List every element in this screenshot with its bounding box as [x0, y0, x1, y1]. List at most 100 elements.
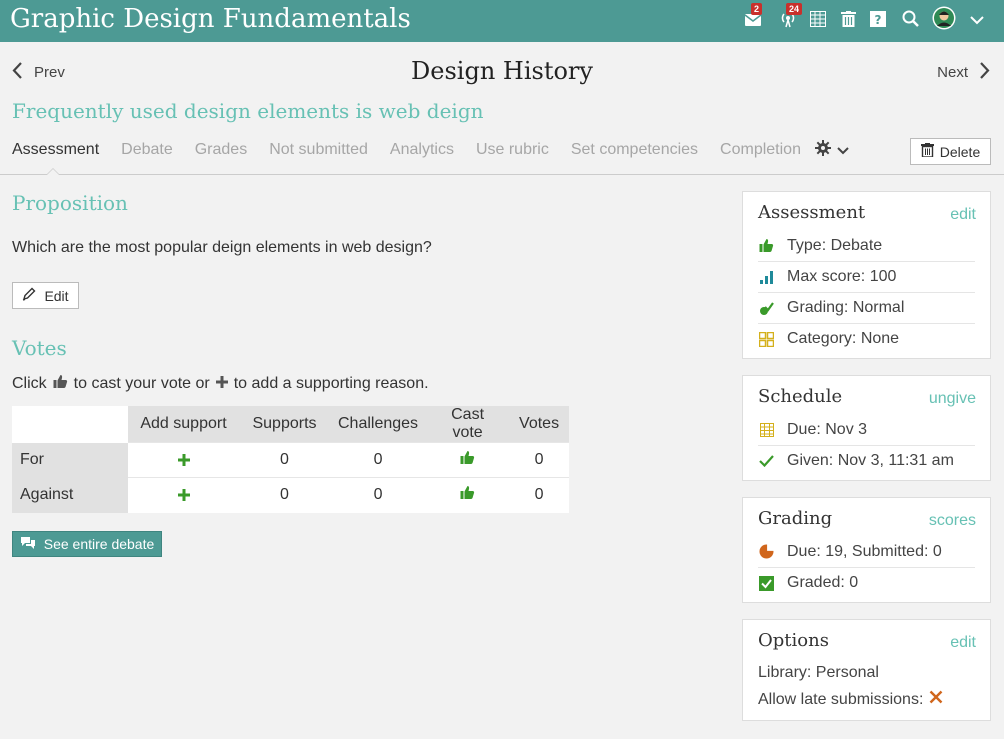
- plus-icon: [177, 485, 190, 505]
- tab-set-competencies[interactable]: Set competencies: [571, 141, 698, 159]
- scores-link[interactable]: scores: [929, 512, 976, 530]
- schedule-card-title: Schedule: [758, 386, 843, 407]
- tab-debate[interactable]: Debate: [121, 141, 173, 159]
- late-submissions-option: Allow late submissions:: [758, 690, 943, 709]
- notifications-badge: 24: [786, 3, 803, 15]
- tab-not-submitted[interactable]: Not submitted: [269, 141, 368, 159]
- grading-type: Grading: Normal: [787, 299, 905, 316]
- assessment-card-title: Assessment: [758, 202, 866, 223]
- graded-count: Graded: 0: [787, 574, 859, 591]
- assessment-type-row: Type: Debate: [758, 230, 975, 261]
- calendar-button[interactable]: [807, 10, 829, 32]
- votes-hint: Click to cast your vote or to add a supp…: [12, 374, 429, 394]
- checkbox-checked-icon: [758, 575, 775, 591]
- grading-row: Grading: Normal: [758, 292, 975, 323]
- plus-icon: [215, 375, 228, 393]
- schedule-card: Schedule ungive Due: Nov 3 Given: Nov 3,…: [742, 375, 991, 481]
- grading-card: Grading scores Due: 19, Submitted: 0 Gra…: [742, 497, 991, 603]
- delete-label: Delete: [939, 143, 981, 160]
- proposition-heading: Proposition: [12, 191, 128, 215]
- tab-divider: [0, 174, 1004, 175]
- options-card: Options edit Library: Personal Allow lat…: [742, 619, 991, 721]
- hint-mid-text: to cast your vote or: [73, 375, 210, 392]
- category: Category: None: [787, 330, 900, 347]
- header-supports: Supports: [239, 406, 330, 443]
- add-support-for-button[interactable]: [128, 442, 239, 478]
- row-label-against: Against: [12, 477, 128, 513]
- cross-icon: [929, 690, 943, 709]
- hint-end-text: to add a supporting reason.: [233, 375, 429, 392]
- next-label: Next: [937, 64, 968, 81]
- pencil-icon: [22, 287, 36, 304]
- trash-button[interactable]: [837, 10, 859, 32]
- thumbs-up-icon: [758, 238, 775, 253]
- given-date-row: Given: Nov 3, 11:31 am: [758, 445, 975, 476]
- tab-use-rubric[interactable]: Use rubric: [476, 141, 549, 159]
- top-bar: Graphic Design Fundamentals 2 24 ?: [0, 0, 1004, 42]
- chevron-right-icon: [980, 62, 990, 83]
- add-support-against-button[interactable]: [128, 477, 239, 513]
- cast-vote-for-button[interactable]: [426, 442, 510, 478]
- messages-badge: 2: [751, 3, 763, 15]
- cast-vote-against-button[interactable]: [426, 477, 510, 513]
- notifications-button[interactable]: 24: [777, 3, 803, 32]
- see-entire-debate-button[interactable]: See entire debate: [12, 531, 162, 557]
- next-link[interactable]: Next: [937, 62, 990, 83]
- header-blank: [12, 406, 128, 443]
- user-avatar-button[interactable]: [932, 6, 956, 35]
- help-button[interactable]: ?: [867, 10, 889, 32]
- comments-icon: [20, 536, 36, 553]
- user-menu-toggle[interactable]: [966, 10, 988, 32]
- bar-chart-icon: [758, 270, 775, 284]
- tab-completion[interactable]: Completion: [720, 141, 801, 159]
- options-edit-link[interactable]: edit: [950, 634, 976, 652]
- chevron-down-icon: [837, 142, 849, 160]
- ungive-link[interactable]: ungive: [929, 390, 976, 408]
- header-votes: Votes: [509, 406, 570, 443]
- chevron-down-icon: [970, 12, 984, 30]
- late-submissions-label: Allow late submissions:: [758, 690, 924, 708]
- plus-icon: [177, 450, 190, 470]
- votes-heading: Votes: [12, 336, 67, 360]
- tab-grades[interactable]: Grades: [195, 141, 247, 159]
- assessment-type: Type: Debate: [787, 236, 883, 254]
- calendar-icon: [758, 422, 775, 437]
- row-label-for: For: [12, 442, 128, 478]
- graded-row: Graded: 0: [758, 567, 975, 598]
- assignment-title: Frequently used design elements is web d…: [12, 99, 484, 123]
- library-option: Library: Personal: [758, 664, 879, 681]
- votes-count: 0: [509, 477, 570, 513]
- category-row: Category: None: [758, 323, 975, 354]
- delete-button[interactable]: Delete: [910, 138, 991, 165]
- avatar-icon: [932, 6, 956, 35]
- hint-click-text: Click: [12, 375, 47, 392]
- search-button[interactable]: [899, 10, 921, 32]
- app-title[interactable]: Graphic Design Fundamentals: [10, 4, 411, 34]
- svg-text:?: ?: [875, 13, 882, 27]
- supports-count: 0: [239, 442, 330, 478]
- proposition-text: Which are the most popular deign element…: [12, 239, 432, 256]
- votes-count: 0: [509, 442, 570, 478]
- max-score: Max score: 100: [787, 268, 897, 285]
- header-add-support: Add support: [128, 406, 239, 443]
- edit-label: Edit: [44, 287, 69, 304]
- given-date: Given: Nov 3, 11:31 am: [787, 452, 954, 469]
- supports-count: 0: [239, 477, 330, 513]
- table-row: For 0 0 0: [12, 442, 570, 478]
- challenges-count: 0: [330, 442, 427, 478]
- settings-menu[interactable]: [815, 140, 849, 161]
- grading-check-icon: [758, 301, 775, 316]
- tab-analytics[interactable]: Analytics: [390, 141, 454, 159]
- tab-assessment[interactable]: Assessment: [12, 141, 99, 159]
- category-icon: [758, 331, 775, 347]
- header-challenges: Challenges: [330, 406, 427, 443]
- messages-button[interactable]: 2: [742, 3, 764, 32]
- edit-proposition-button[interactable]: Edit: [12, 282, 79, 309]
- thumbs-up-icon: [460, 451, 475, 469]
- pie-chart-icon: [758, 544, 775, 559]
- question-icon: ?: [870, 10, 886, 32]
- assessment-edit-link[interactable]: edit: [950, 206, 976, 224]
- trash-icon: [840, 10, 856, 32]
- checkmark-icon: [758, 455, 775, 467]
- thumbs-up-icon: [53, 374, 68, 394]
